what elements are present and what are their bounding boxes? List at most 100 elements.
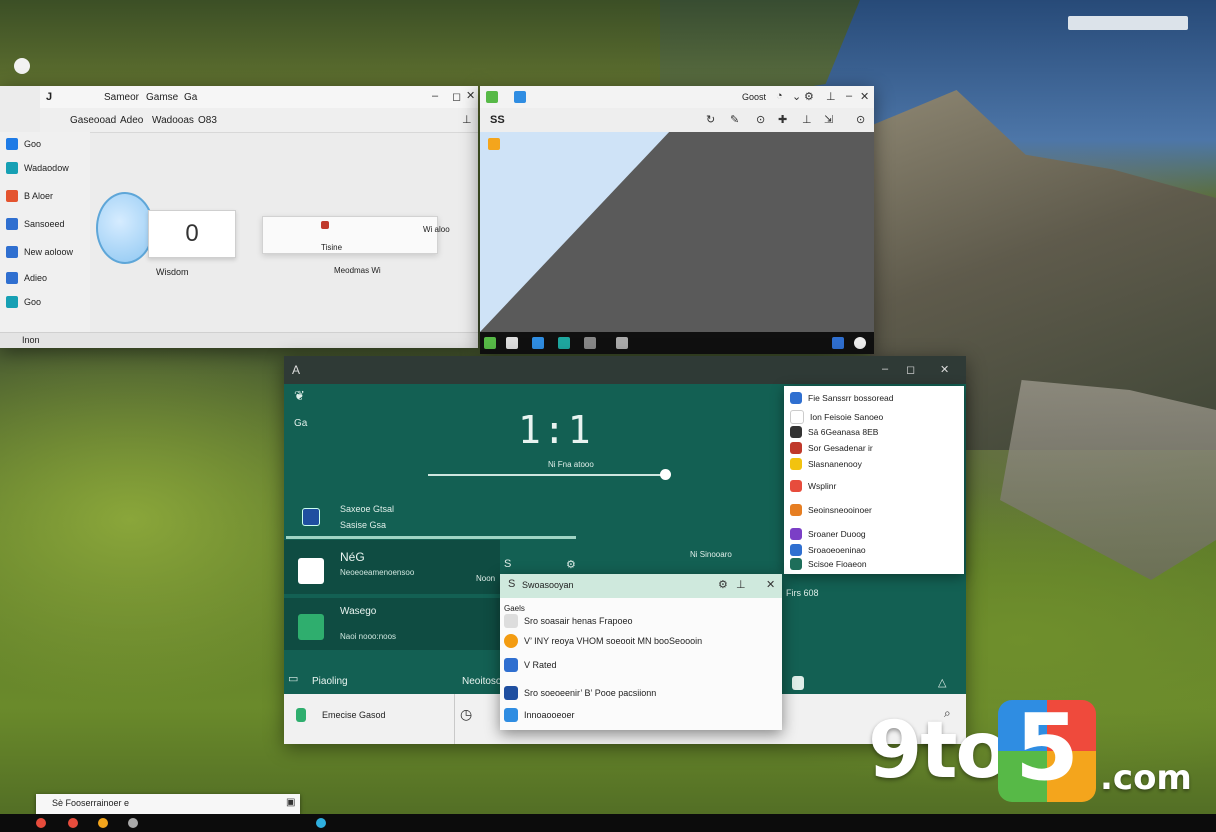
dialog-item[interactable]: Sro soasair henas Frapoeo (504, 614, 633, 628)
popup-item-label: Seoinsneooinoer (808, 505, 872, 515)
dialog-item[interactable]: V Rated (504, 658, 557, 672)
tool-icon[interactable]: ↻ (706, 113, 715, 126)
window1-titlebar[interactable]: J Sameor Gamse Ga – ◻ ✕ (40, 86, 478, 108)
popup-item[interactable]: Wsplinr (790, 480, 836, 492)
dialog-header[interactable]: S Swoasooyan ⚙ ⊥ ✕ (500, 574, 782, 598)
top-search-bar[interactable] (1068, 16, 1188, 30)
dialog-item[interactable]: Sro soeoeenir’ B’ Pooe pacsiionn (504, 686, 656, 700)
image-canvas[interactable] (480, 132, 874, 332)
title-item[interactable]: Sameor (104, 92, 139, 103)
list-item[interactable]: NéG Neoeoeamenoensoo (284, 540, 500, 594)
dial-caption: Wisdom (156, 267, 189, 277)
refresh-icon[interactable]: S (504, 558, 511, 570)
title-item[interactable]: Gamse (146, 92, 178, 103)
restore-icon[interactable]: ◻ (452, 90, 461, 103)
info-card[interactable]: Tisine Wi aloo (262, 216, 450, 254)
dialog-item[interactable]: Innoaooeoer (504, 708, 575, 722)
item-subtitle: Naoi nooo:noos (340, 632, 397, 641)
tool-icon[interactable]: ✚ (778, 113, 787, 126)
popup-item[interactable]: Sor Gesadenar ir (790, 442, 873, 454)
chevron-down-icon[interactable]: ⌄ (792, 90, 801, 103)
notes-dialog: S Swoasooyan ⚙ ⊥ ✕ Gaels Sro soasair hen… (500, 574, 782, 730)
menu-item[interactable]: O83 (198, 115, 217, 126)
sidebar-item[interactable]: Goo (6, 136, 41, 152)
sidebar-item[interactable]: Adieo (6, 270, 47, 286)
app-icon[interactable] (558, 337, 570, 349)
app-icon (504, 634, 518, 648)
list-item[interactable]: Wasego Naoi nooo:noos (284, 598, 500, 650)
tool-icon[interactable]: ⇲ (824, 113, 833, 126)
popup-item[interactable]: Seoinsneooinoer (790, 504, 872, 516)
app-icon[interactable] (532, 337, 544, 349)
refresh-icon[interactable]: S (508, 578, 515, 590)
popup-item[interactable]: Sroaoeoeninao (790, 544, 866, 556)
popup-item[interactable]: Sroaner Duoog (790, 528, 866, 540)
popup-item[interactable]: Scisoe Fioaeon (790, 558, 867, 570)
settings-icon[interactable]: ⚙ (566, 558, 576, 571)
popup-item[interactable]: Ion Feisoie Sanoeo (790, 410, 883, 424)
minimize-icon[interactable]: – (882, 363, 888, 375)
window2-titlebar[interactable]: Goost ◔ ⌄ ⚙ ⊥ – ✕ (480, 86, 874, 108)
file-icon (792, 676, 804, 690)
tool-icon[interactable]: ✎ (730, 113, 739, 126)
app-icon[interactable] (128, 818, 138, 828)
app-icon[interactable] (98, 818, 108, 828)
dial-widget[interactable] (96, 192, 154, 264)
slider-handle[interactable] (660, 469, 671, 480)
desktop-icon[interactable] (14, 58, 30, 74)
sidebar-item[interactable]: Goo (6, 294, 41, 310)
item-title: Wasego (340, 606, 377, 617)
pin-icon[interactable]: ⊥ (736, 578, 746, 591)
tool-icon[interactable]: ⊥ (802, 113, 812, 126)
close-icon[interactable]: ✕ (860, 90, 869, 103)
restore-icon[interactable]: ◻ (906, 363, 915, 376)
globe-icon[interactable]: ◔ (776, 90, 783, 102)
settings-icon[interactable]: ⚙ (804, 90, 814, 103)
popup-item-label: Sor Gesadenar ir (808, 443, 873, 453)
popup-item[interactable]: Fie Sanssrr bossoread (790, 392, 894, 404)
settings-icon[interactable]: ⚙ (718, 578, 728, 591)
sidebar-item-label: Goo (24, 297, 42, 307)
app-icon[interactable] (506, 337, 518, 349)
close-icon[interactable]: ✕ (466, 89, 475, 102)
minimize-icon[interactable]: – (846, 90, 852, 102)
dialog-item-label: V’ INY reoya VHOM soeooit MN booSeoooin (524, 636, 703, 646)
triangle-icon[interactable]: △ (938, 676, 946, 689)
sidebar-item[interactable]: Sansoeed (6, 216, 65, 232)
dialog-title: Swoasooyan (522, 580, 574, 590)
sidebar-item[interactable]: Wadaodow (6, 160, 69, 176)
clock-icon[interactable]: ◷ (460, 706, 472, 723)
sidebar-item[interactable]: New aoloow (6, 244, 73, 260)
app-icon[interactable] (68, 818, 78, 828)
menu-item[interactable]: Gaseooad (70, 115, 116, 126)
app-icon (296, 708, 306, 722)
close-icon[interactable]: ✕ (940, 363, 949, 376)
title-item[interactable]: Ga (184, 92, 197, 103)
app-icon[interactable] (316, 818, 326, 828)
popup-item[interactable]: Sā 6Geanasa 8EB (790, 426, 878, 438)
pin-icon[interactable]: ⊥ (462, 113, 472, 126)
app-icon[interactable] (584, 337, 596, 349)
popup-item[interactable]: Slasnanenooy (790, 458, 862, 470)
dialog-item[interactable]: V’ INY reoya VHOM soeooit MN booSeoooin (504, 634, 702, 648)
tool-icon[interactable]: ⊙ (856, 113, 865, 126)
notification-toast[interactable]: Sè Fooserrainoer e ▣ (36, 794, 300, 814)
menu-item[interactable]: Adeo (120, 115, 143, 126)
tool-icon[interactable]: ⊙ (756, 113, 765, 126)
window3-titlebar[interactable]: A – ◻ ✕ (284, 356, 966, 384)
minimize-icon[interactable]: – (432, 90, 438, 102)
close-icon[interactable]: ✕ (766, 578, 775, 591)
start-icon[interactable] (484, 337, 496, 349)
app-icon[interactable] (832, 337, 844, 349)
lock-icon[interactable]: ▣ (286, 797, 295, 808)
sidebar-item[interactable]: B Aloer (6, 188, 53, 204)
pin-icon[interactable]: ⊥ (826, 90, 836, 103)
app-icon[interactable] (36, 818, 46, 828)
time-slider[interactable] (428, 474, 664, 476)
app-icon[interactable] (616, 337, 628, 349)
right-label2: Firs 608 (786, 588, 819, 598)
menu-item[interactable]: Wadooas (152, 115, 194, 126)
dialog-item-label: V Rated (524, 660, 557, 670)
app-icon[interactable] (854, 337, 866, 349)
sidebar-item-label: New aoloow (24, 247, 74, 257)
